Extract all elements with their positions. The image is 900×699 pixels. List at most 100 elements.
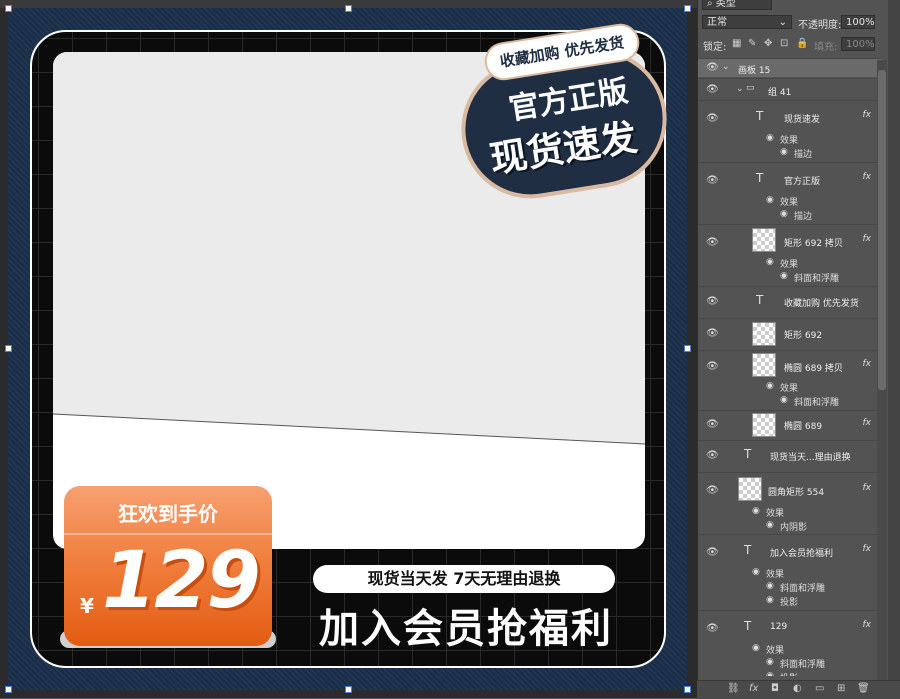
layer-row-text[interactable]: 👁 T 收藏加购 优先发货 bbox=[698, 286, 883, 317]
mask-icon[interactable]: ◘ bbox=[771, 683, 779, 694]
lock-move-icon[interactable]: ✥ bbox=[764, 38, 772, 49]
layers-scrollbar[interactable] bbox=[877, 60, 887, 680]
scrollbar-thumb[interactable] bbox=[878, 70, 886, 390]
transform-handle[interactable] bbox=[5, 345, 12, 352]
effect-label: 效果 bbox=[766, 509, 785, 519]
canvas-area[interactable]: 收藏加购 优先发货 官方正版 现货速发 狂欢到手价 ¥ 129 现货当天发 7天… bbox=[0, 0, 697, 698]
eye-icon[interactable]: 👁 bbox=[706, 361, 719, 372]
lock-all-icon[interactable]: 🔒 bbox=[796, 38, 808, 49]
transform-handle[interactable] bbox=[5, 5, 12, 12]
fx-icon[interactable]: fx bbox=[863, 359, 872, 369]
layer-row-shape[interactable]: 👁 椭圆 689 拷贝 fx ◉ 效果 ◉ 斜面和浮雕 bbox=[698, 350, 883, 409]
layer-row-shape[interactable]: 👁 圆角矩形 554 fx ◉ 效果 ◉ 内阴影 bbox=[698, 472, 883, 533]
fill-input[interactable]: 100% bbox=[841, 37, 875, 51]
eye-icon[interactable]: 👁 bbox=[706, 84, 719, 95]
fx-icon[interactable]: fx bbox=[863, 418, 872, 428]
layer-row-shape[interactable]: 👁 椭圆 689 fx bbox=[698, 410, 883, 439]
lock-brush-icon[interactable]: ✎ bbox=[748, 38, 756, 49]
layer-row-shape[interactable]: 👁 矩形 692 拷贝 fx ◉ 效果 ◉ 斜面和浮雕 bbox=[698, 224, 883, 285]
effect-label: 效果 bbox=[780, 384, 799, 394]
eye-icon[interactable]: ◉ bbox=[766, 581, 774, 591]
effect-label: 效果 bbox=[766, 646, 785, 656]
layers-panel: ⌕ 类型 正常 ⌄ 不透明度: 100% 锁定: ▦ ✎ ✥ ⊡ 🔒 填充: 1… bbox=[697, 0, 900, 698]
layer-row-text[interactable]: 👁 T 现货当天...理由退换 bbox=[698, 440, 883, 471]
eye-icon[interactable]: ◉ bbox=[780, 147, 788, 157]
layer-thumbnail bbox=[738, 477, 762, 501]
eye-icon[interactable]: 👁 bbox=[706, 623, 719, 634]
layer-thumbnail bbox=[752, 353, 776, 377]
layer-filter-dropdown[interactable]: ⌕ 类型 bbox=[702, 0, 772, 10]
eye-icon[interactable]: ◉ bbox=[752, 506, 760, 516]
layer-list: 👁 ⌄ 画板 15 👁 ⌄ ▭ 组 41 👁 T 现货速发 fx ◉ 效果 ◉ … bbox=[698, 56, 883, 676]
lock-artboard-icon[interactable]: ⊡ bbox=[780, 38, 788, 49]
fx-icon[interactable]: fx bbox=[863, 110, 872, 120]
eye-icon[interactable]: 👁 bbox=[706, 450, 719, 461]
transform-handle[interactable] bbox=[345, 686, 352, 693]
eye-icon[interactable]: 👁 bbox=[706, 419, 719, 430]
eye-icon[interactable]: ◉ bbox=[766, 257, 774, 267]
eye-icon[interactable]: ◉ bbox=[766, 195, 774, 205]
eye-icon[interactable]: ◉ bbox=[752, 643, 760, 653]
layer-row-text[interactable]: 👁 T 129 fx ◉ 效果 ◉ 斜面和浮雕 ◉ 投影 bbox=[698, 610, 883, 676]
fx-icon[interactable]: fx bbox=[863, 620, 872, 630]
transform-handle[interactable] bbox=[684, 345, 691, 352]
chevron-down-icon[interactable]: ⌄ bbox=[736, 84, 744, 94]
eye-icon[interactable]: 👁 bbox=[706, 328, 719, 339]
opacity-input[interactable]: 100% bbox=[841, 15, 875, 29]
text-layer-icon: T bbox=[756, 109, 764, 123]
link-icon[interactable]: ⛓ bbox=[727, 683, 740, 694]
eye-icon[interactable]: ◉ bbox=[766, 133, 774, 143]
eye-icon[interactable]: 👁 bbox=[706, 62, 719, 73]
currency-symbol: ¥ bbox=[80, 594, 94, 618]
layer-row-text[interactable]: 👁 T 现货速发 fx ◉ 效果 ◉ 描边 bbox=[698, 100, 883, 161]
eye-icon[interactable]: ◉ bbox=[766, 657, 774, 667]
eye-icon[interactable]: 👁 bbox=[706, 237, 719, 248]
eye-icon[interactable]: 👁 bbox=[706, 175, 719, 186]
lock-label: 锁定: bbox=[703, 42, 727, 53]
layer-name: 画板 15 bbox=[738, 66, 771, 76]
eye-icon[interactable]: 👁 bbox=[706, 485, 719, 496]
opacity-label: 不透明度: bbox=[798, 20, 842, 31]
lock-transparent-icon[interactable]: ▦ bbox=[732, 38, 741, 49]
eye-icon[interactable]: ◉ bbox=[766, 381, 774, 391]
eye-icon[interactable]: ◉ bbox=[780, 209, 788, 219]
transform-handle[interactable] bbox=[684, 686, 691, 693]
eye-icon[interactable]: ◉ bbox=[766, 520, 774, 530]
slogan-pill: 现货当天发 7天无理由退换 bbox=[313, 565, 615, 593]
layer-name: 椭圆 689 bbox=[784, 422, 823, 432]
eye-icon[interactable]: 👁 bbox=[706, 296, 719, 307]
transform-handle[interactable] bbox=[5, 686, 12, 693]
effect-name: 内阴影 bbox=[780, 523, 808, 533]
adjustment-icon[interactable]: ◐ bbox=[793, 683, 802, 694]
fx-icon[interactable]: fx bbox=[863, 483, 872, 493]
effect-name: 投影 bbox=[780, 598, 799, 608]
eye-icon[interactable]: 👁 bbox=[706, 113, 719, 124]
trash-icon[interactable]: 🗑 bbox=[857, 683, 870, 694]
eye-icon[interactable]: ◉ bbox=[766, 595, 774, 605]
eye-icon[interactable]: ◉ bbox=[780, 271, 788, 281]
layers-bottom-toolbar: ⛓ fx ◘ ◐ ▭ ⊞ 🗑 bbox=[697, 680, 900, 699]
layer-row-artboard[interactable]: 👁 ⌄ 画板 15 bbox=[698, 58, 883, 77]
eye-icon[interactable]: ◉ bbox=[766, 671, 774, 676]
fx-icon[interactable]: fx bbox=[749, 683, 758, 694]
blend-mode-dropdown[interactable]: 正常 ⌄ bbox=[702, 15, 792, 29]
transform-handle[interactable] bbox=[684, 5, 691, 12]
fx-icon[interactable]: fx bbox=[863, 544, 872, 554]
fx-icon[interactable]: fx bbox=[863, 234, 872, 244]
text-layer-icon: T bbox=[756, 293, 764, 307]
effect-name: 描边 bbox=[794, 212, 813, 222]
eye-icon[interactable]: ◉ bbox=[752, 567, 760, 577]
eye-icon[interactable]: ◉ bbox=[780, 395, 788, 405]
fx-icon[interactable]: fx bbox=[863, 172, 872, 182]
layer-row-group[interactable]: 👁 ⌄ ▭ 组 41 bbox=[698, 78, 883, 99]
layer-row-shape[interactable]: 👁 矩形 692 bbox=[698, 318, 883, 349]
chevron-down-icon[interactable]: ⌄ bbox=[722, 62, 730, 72]
layer-name: 矩形 692 bbox=[784, 331, 823, 341]
eye-icon[interactable]: 👁 bbox=[706, 547, 719, 558]
new-layer-icon[interactable]: ⊞ bbox=[837, 683, 845, 694]
effect-name: 斜面和浮雕 bbox=[794, 398, 840, 408]
layer-row-text[interactable]: 👁 T 加入会员抢福利 fx ◉ 效果 ◉ 斜面和浮雕 ◉ 投影 bbox=[698, 534, 883, 609]
transform-handle[interactable] bbox=[345, 5, 352, 12]
folder-icon[interactable]: ▭ bbox=[815, 683, 824, 694]
layer-row-text[interactable]: 👁 T 官方正版 fx ◉ 效果 ◉ 描边 bbox=[698, 162, 883, 223]
